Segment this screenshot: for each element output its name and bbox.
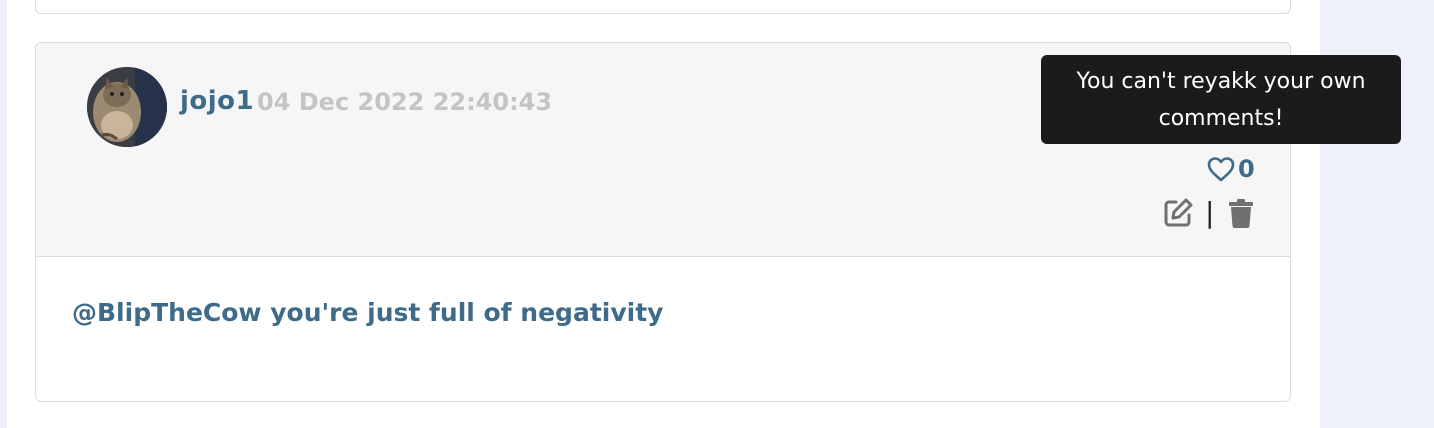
edit-icon[interactable] <box>1162 197 1194 229</box>
comment-actions: | <box>1162 193 1255 233</box>
heart-outline-icon[interactable] <box>1206 155 1236 183</box>
like-count: 0 <box>1238 155 1255 183</box>
comment-author[interactable]: jojo1 <box>180 86 254 116</box>
comment-timestamp: 04 Dec 2022 22:40:43 <box>257 88 553 116</box>
action-separator: | <box>1205 196 1215 229</box>
comment-body: @BlipTheCow you're just full of negativi… <box>72 298 664 327</box>
tooltip: You can't reyakk your own comments! <box>1041 55 1401 144</box>
page-background-left <box>0 0 7 428</box>
previous-comment-card <box>35 0 1291 14</box>
avatar-cat-image <box>87 67 167 147</box>
trash-icon[interactable] <box>1227 197 1255 229</box>
avatar[interactable] <box>87 67 167 147</box>
like-group: 0 <box>1206 153 1255 185</box>
